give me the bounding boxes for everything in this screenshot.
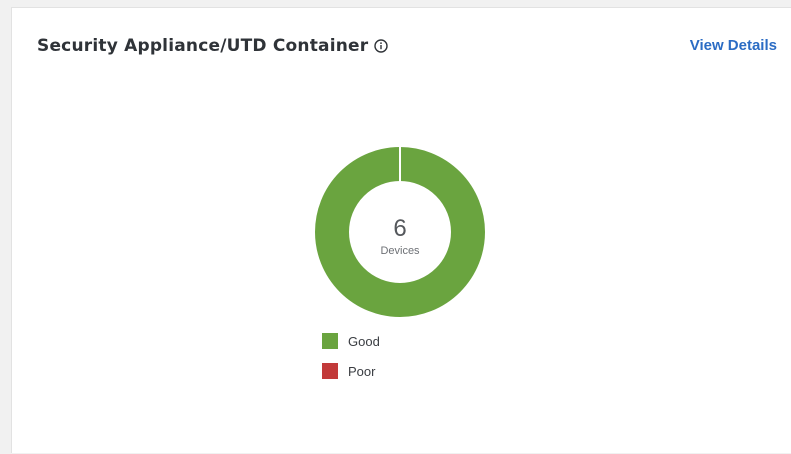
legend-swatch [322,333,338,349]
legend-item-good[interactable]: Good [322,326,380,356]
legend-item-poor[interactable]: Poor [322,356,380,386]
chart-legend: Good Poor [322,326,380,386]
device-health-chart: 6 Devices Good Poor [12,8,791,454]
donut-chart[interactable]: 6 Devices [312,144,488,320]
security-appliance-card: Security Appliance/UTD Container View De… [11,7,791,453]
center-device-count: 6 [393,215,406,242]
legend-label: Good [348,333,380,349]
center-device-label: Devices [380,245,420,257]
legend-swatch [322,363,338,379]
legend-label: Poor [348,363,376,379]
